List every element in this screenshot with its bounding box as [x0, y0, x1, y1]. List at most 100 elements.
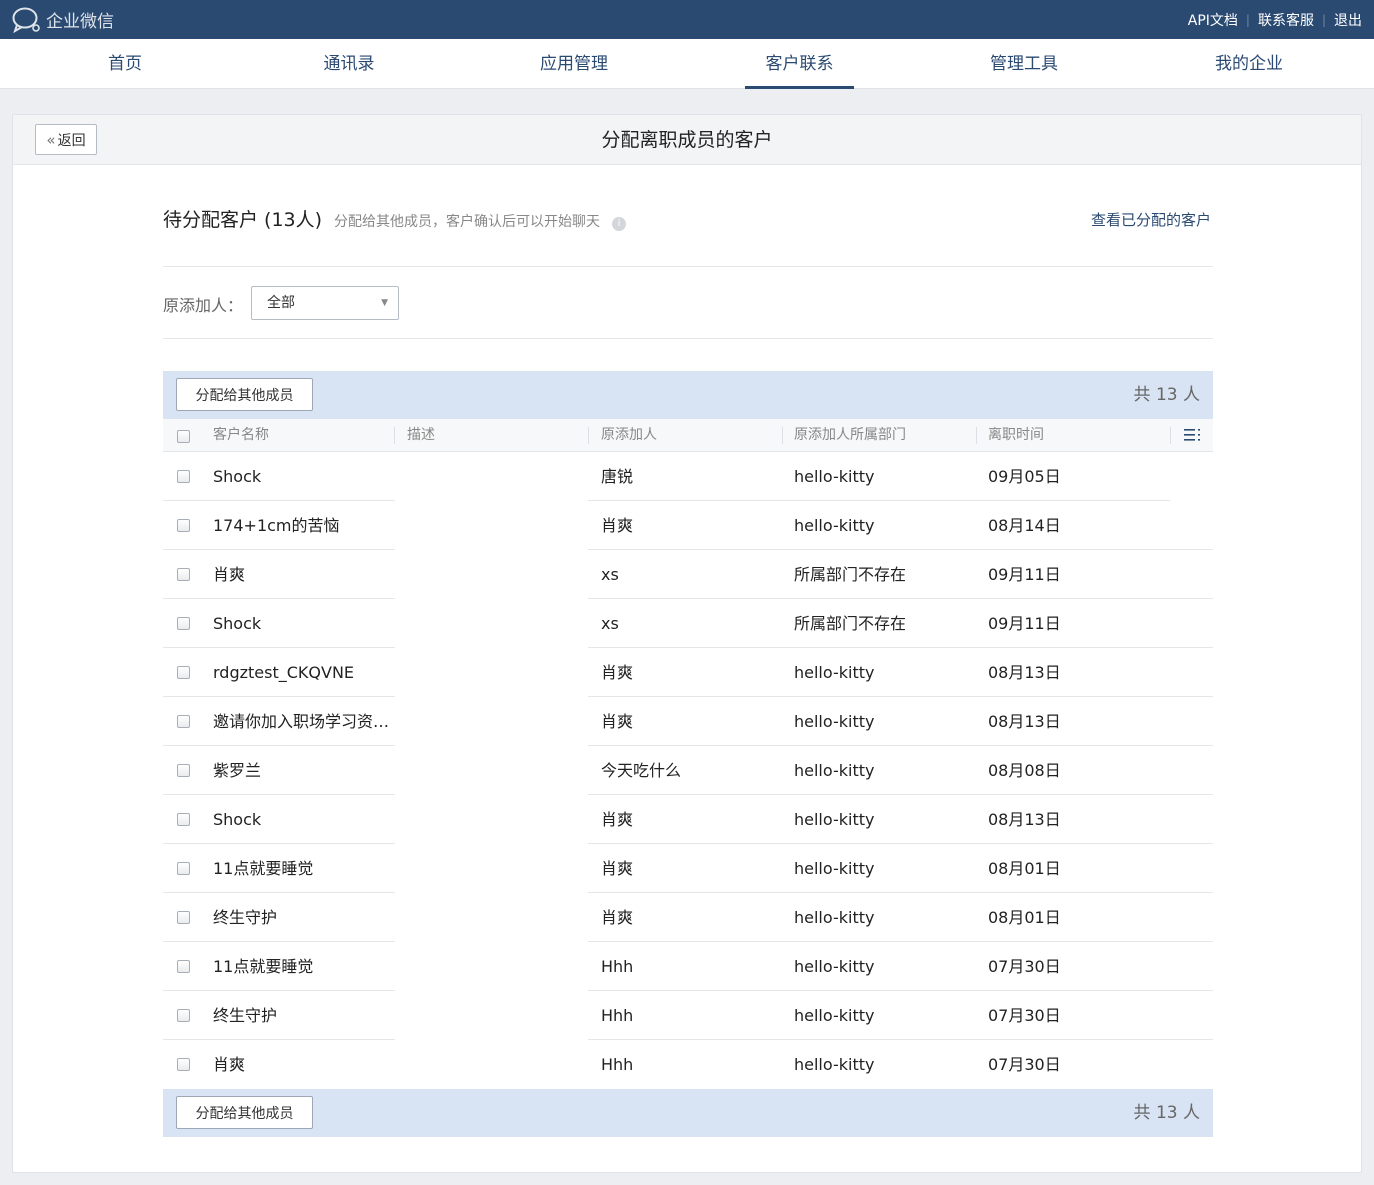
- customer-name: Shock: [213, 614, 262, 633]
- resign-time: 09月11日: [988, 614, 1061, 633]
- customer-name: 终生守护: [213, 1006, 278, 1025]
- logo-text: 企业微信: [46, 12, 114, 32]
- description: [407, 599, 587, 648]
- table-row[interactable]: 终生守护 Hhh hello-kitty 07月30日: [163, 991, 1213, 1040]
- logo[interactable]: 企业微信: [12, 7, 114, 33]
- customer-name: Shock: [213, 467, 262, 486]
- divider: |: [1245, 12, 1250, 27]
- customer-name: 174+1cm的苦恼: [213, 516, 340, 535]
- nav-item-customer-contact[interactable]: 客户联系: [745, 39, 854, 89]
- table-toolbar-top: 分配给其他成员 共 13 人: [163, 371, 1213, 419]
- column-divider: [976, 427, 977, 444]
- back-button[interactable]: « 返回: [35, 124, 97, 155]
- column-header-adder-department[interactable]: 原添加人所属部门: [794, 419, 906, 452]
- double-chevron-left-icon: «: [46, 130, 56, 149]
- adder-filter-select[interactable]: 全部 ▼: [251, 286, 399, 320]
- description: [407, 1040, 587, 1089]
- customer-name: 紫罗兰: [213, 761, 262, 780]
- column-divider: [394, 427, 395, 444]
- customer-name: 肖爽: [213, 565, 246, 584]
- resign-time: 08月08日: [988, 761, 1061, 780]
- nav-item-app-management[interactable]: 应用管理: [519, 39, 629, 89]
- row-checkbox[interactable]: [177, 1009, 190, 1022]
- column-header-description[interactable]: 描述: [407, 419, 435, 452]
- original-adder: 肖爽: [601, 663, 634, 682]
- original-adder: Hhh: [601, 1055, 634, 1074]
- table-header: 客户名称 描述 原添加人 原添加人所属部门 离职时间: [163, 419, 1213, 452]
- row-checkbox[interactable]: [177, 911, 190, 924]
- resign-time: 08月01日: [988, 908, 1061, 927]
- assign-to-others-button[interactable]: 分配给其他成员: [176, 1096, 313, 1129]
- original-adder: xs: [601, 614, 619, 633]
- row-checkbox[interactable]: [177, 813, 190, 826]
- original-adder: 今天吃什么: [601, 761, 682, 780]
- api-docs-link[interactable]: API文档: [1188, 10, 1238, 30]
- nav-item-contacts[interactable]: 通讯录: [294, 39, 404, 89]
- row-checkbox[interactable]: [177, 568, 190, 581]
- resign-time: 08月01日: [988, 859, 1061, 878]
- description: [407, 501, 587, 550]
- nav-item-my-enterprise[interactable]: 我的企业: [1194, 39, 1304, 89]
- row-checkbox[interactable]: [177, 666, 190, 679]
- top-links: API文档 | 联系客服 | 退出: [1188, 10, 1362, 30]
- description: [407, 893, 587, 942]
- column-divider: [588, 427, 589, 444]
- table-row[interactable]: rdgztest_CKQVNE 肖爽 hello-kitty 08月13日: [163, 648, 1213, 697]
- panel-header: 分配离职成员的客户 « 返回: [13, 115, 1361, 165]
- view-assigned-link[interactable]: 查看已分配的客户: [1091, 209, 1211, 230]
- description: [407, 452, 587, 501]
- caret-down-icon: ▼: [381, 298, 388, 308]
- table-row[interactable]: 邀请你加入职场学习资… 肖爽 hello-kitty 08月13日: [163, 697, 1213, 746]
- table-row[interactable]: 终生守护 肖爽 hello-kitty 08月01日: [163, 893, 1213, 942]
- customer-name: 终生守护: [213, 908, 278, 927]
- table-row[interactable]: Shock 肖爽 hello-kitty 08月13日: [163, 795, 1213, 844]
- section-subtitle: 分配给其他成员，客户确认后可以开始聊天: [334, 214, 601, 230]
- row-checkbox[interactable]: [177, 960, 190, 973]
- description: [407, 550, 587, 599]
- divider: [163, 266, 1213, 267]
- column-header-resign-time[interactable]: 离职时间: [988, 419, 1044, 452]
- row-checkbox[interactable]: [177, 519, 190, 532]
- table-row[interactable]: 11点就要睡觉 Hhh hello-kitty 07月30日: [163, 942, 1213, 991]
- row-checkbox[interactable]: [177, 1058, 190, 1071]
- adder-department: hello-kitty: [794, 467, 875, 486]
- column-header-name[interactable]: 客户名称: [213, 419, 269, 452]
- row-checkbox[interactable]: [177, 715, 190, 728]
- customer-name: 11点就要睡觉: [213, 859, 314, 878]
- table-row[interactable]: 11点就要睡觉 肖爽 hello-kitty 08月01日: [163, 844, 1213, 893]
- column-header-original-adder[interactable]: 原添加人: [601, 419, 657, 452]
- adder-department: hello-kitty: [794, 761, 875, 780]
- filter-label: 原添加人：: [163, 296, 244, 315]
- resign-time: 07月30日: [988, 1006, 1061, 1025]
- original-adder: 肖爽: [601, 712, 634, 731]
- resign-time: 08月13日: [988, 810, 1061, 829]
- description: [407, 942, 587, 991]
- column-settings-icon[interactable]: [1184, 428, 1202, 442]
- assign-to-others-button[interactable]: 分配给其他成员: [176, 378, 313, 411]
- select-all-checkbox[interactable]: [177, 430, 190, 443]
- original-adder: 肖爽: [601, 859, 634, 878]
- table-row[interactable]: Shock xs 所属部门不存在 09月11日: [163, 599, 1213, 648]
- divider: [163, 338, 1213, 339]
- table-row[interactable]: 肖爽 xs 所属部门不存在 09月11日: [163, 550, 1213, 599]
- resign-time: 09月05日: [988, 467, 1061, 486]
- divider: |: [1321, 12, 1326, 27]
- table-row[interactable]: 紫罗兰 今天吃什么 hello-kitty 08月08日: [163, 746, 1213, 795]
- table-row[interactable]: 174+1cm的苦恼 肖爽 hello-kitty 08月14日: [163, 501, 1213, 550]
- main-panel: 分配离职成员的客户 « 返回 待分配客户 (13人) 分配给其他成员，客户确认后…: [12, 114, 1362, 1173]
- info-icon[interactable]: i: [612, 217, 627, 231]
- section-heading: 待分配客户 (13人) 分配给其他成员，客户确认后可以开始聊天 i: [163, 205, 627, 232]
- nav-item-management-tools[interactable]: 管理工具: [969, 39, 1079, 89]
- logout-link[interactable]: 退出: [1334, 10, 1362, 30]
- adder-department: hello-kitty: [794, 663, 875, 682]
- description: [407, 697, 587, 746]
- table-row[interactable]: 肖爽 Hhh hello-kitty 07月30日: [163, 1040, 1213, 1089]
- column-divider: [1170, 427, 1171, 444]
- row-checkbox[interactable]: [177, 862, 190, 875]
- row-checkbox[interactable]: [177, 764, 190, 777]
- contact-support-link[interactable]: 联系客服: [1258, 10, 1314, 30]
- table-row[interactable]: Shock 唐锐 hello-kitty 09月05日: [163, 452, 1213, 501]
- nav-item-home[interactable]: 首页: [70, 39, 180, 89]
- row-checkbox[interactable]: [177, 617, 190, 630]
- row-checkbox[interactable]: [177, 470, 190, 483]
